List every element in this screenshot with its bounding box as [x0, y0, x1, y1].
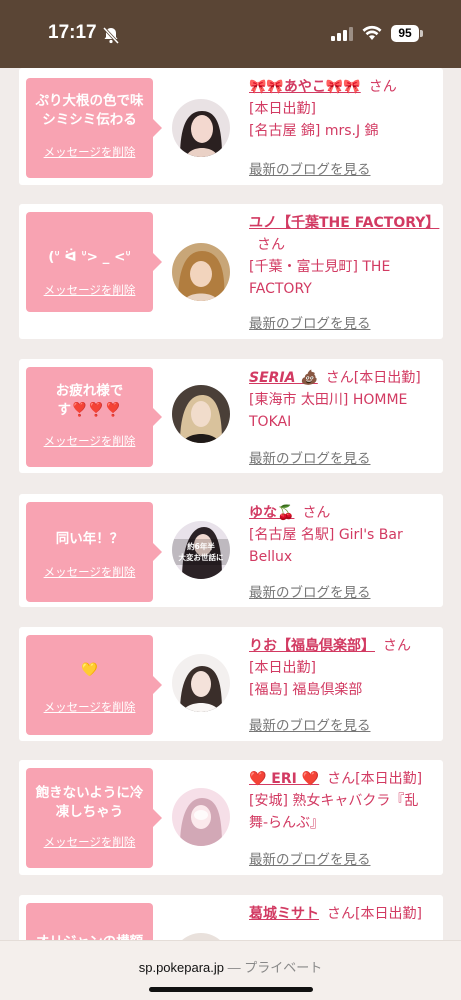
message-bubble: ぷり大根の色で味 シミシミ伝わる メッセージを削除	[26, 78, 162, 178]
latest-blog-link[interactable]: 最新のブログを見る	[249, 158, 371, 178]
honorific: さん	[302, 505, 331, 521]
message-card: 💛 メッセージを削除 りお【福島倶楽部】 さん [本日出勤] [福島] 福島倶楽部…	[19, 627, 443, 741]
message-text: (ᐡ ᐛ ᐡ> _ <ᐡ	[48, 249, 131, 265]
cast-info: ユノ【千葉THE FACTORY】さん [千葉・富士見町] THE FACTOR…	[249, 212, 439, 300]
message-text: ぷり大根の色で味 シミシミ伝わる	[35, 93, 144, 128]
message-card: 同い年！？ メッセージを削除 約6年半 大変お世話に ゆな🍒 さん [名古屋 名駅…	[19, 494, 443, 607]
clock: 17:17	[48, 22, 97, 43]
cast-name-link[interactable]: りお【福島倶楽部】	[249, 638, 375, 654]
cast-info: SERIA 💩 さん[本日出勤] [東海市 太田川] HOMME TOKAI	[249, 367, 437, 433]
cast-info: 🎀🎀あやこ🎀🎀 さん [本日出勤] [名古屋 錦] mrs.J 錦	[249, 76, 437, 142]
message-card: (ᐡ ᐛ ᐡ> _ <ᐡ メッセージを削除 ユノ【千葉THE FACTORY】さ…	[19, 204, 443, 339]
avatar[interactable]	[172, 788, 230, 846]
battery-cap	[420, 30, 423, 37]
delete-message-link[interactable]: メッセージを削除	[26, 564, 153, 580]
wifi-icon	[362, 25, 382, 40]
avatar-caption: 約6年半	[187, 541, 215, 551]
cast-detail: [名古屋 名駅] Girl's Bar Bellux	[249, 527, 403, 565]
cast-name-link[interactable]: ❤️ ERI ❤️	[249, 771, 319, 787]
avatar-caption: 大変お世話に	[179, 552, 224, 562]
message-text: お疲れ様で す❣️❣️❣️	[55, 383, 124, 418]
delete-message-link[interactable]: メッセージを削除	[26, 834, 153, 850]
cast-detail: [東海市 太田川] HOMME TOKAI	[249, 392, 408, 430]
message-card: 飽きないように冷 凍しちゃう メッセージを削除 ❤️ ERI ❤️ さん[本日出勤…	[19, 760, 443, 875]
message-bubble: (ᐡ ᐛ ᐡ> _ <ᐡ メッセージを削除	[26, 212, 162, 312]
message-bubble: 飽きないように冷 凍しちゃう メッセージを削除	[26, 768, 162, 868]
url-domain: sp.pokepara.jp	[138, 960, 225, 975]
honorific: さん	[383, 638, 411, 654]
cast-detail: [福島] 福島倶楽部	[249, 682, 363, 698]
cast-detail: [名古屋 錦] mrs.J 錦	[249, 123, 379, 139]
message-text: 同い年！？	[55, 531, 124, 547]
delete-message-link[interactable]: メッセージを削除	[26, 433, 153, 449]
message-text: 飽きないように冷 凍しちゃう	[35, 785, 144, 820]
cast-info: りお【福島倶楽部】 さん [本日出勤] [福島] 福島倶楽部	[249, 635, 437, 701]
bell-slash-icon	[102, 26, 120, 44]
avatar[interactable]: 約6年半 大変お世話に	[172, 521, 230, 579]
cast-detail: [千葉・富士見町] THE FACTORY	[249, 259, 391, 297]
cast-info: ゆな🍒 さん [名古屋 名駅] Girl's Bar Bellux	[249, 502, 437, 568]
honorific: さん[本日出勤]	[325, 370, 421, 386]
private-mode-label: — プライベート	[227, 960, 323, 975]
cast-name-link[interactable]: SERIA 💩	[249, 370, 318, 386]
honorific: さん[本日出勤]	[327, 906, 422, 922]
message-bubble: 💛 メッセージを削除	[26, 635, 162, 735]
message-card: お疲れ様で す❣️❣️❣️ メッセージを削除 SERIA 💩 さん[本日出勤] […	[19, 359, 443, 473]
honorific: さん	[257, 237, 285, 253]
delete-message-link[interactable]: メッセージを削除	[26, 699, 153, 715]
home-indicator[interactable]	[149, 987, 313, 992]
cast-name-link[interactable]: ユノ【千葉THE FACTORY】	[249, 215, 439, 231]
message-bubble: 同い年！？ メッセージを削除	[26, 502, 162, 602]
avatar[interactable]	[172, 243, 230, 301]
message-bubble: お疲れ様で す❣️❣️❣️ メッセージを削除	[26, 367, 162, 467]
cast-detail: [安城] 熟女キャバクラ『乱舞-らんぶ』	[249, 793, 419, 831]
delete-message-link[interactable]: メッセージを削除	[26, 144, 153, 160]
cast-name-link[interactable]: 葛城ミサト	[249, 906, 319, 922]
cast-name-link[interactable]: 🎀🎀あやこ🎀🎀	[249, 79, 361, 95]
url-display[interactable]: sp.pokepara.jp — プライベート	[0, 957, 461, 976]
cast-name-link[interactable]: ゆな🍒	[249, 505, 294, 521]
status-bar: 17:17 95	[0, 0, 461, 68]
latest-blog-link[interactable]: 最新のブログを見る	[249, 312, 371, 332]
battery-level: 95	[391, 25, 419, 42]
delete-message-link[interactable]: メッセージを削除	[26, 282, 153, 298]
cast-info: ❤️ ERI ❤️ さん[本日出勤] [安城] 熟女キャバクラ『乱舞-らんぶ』	[249, 768, 437, 834]
avatar[interactable]	[172, 654, 230, 712]
cast-detail: [本日出勤]	[249, 660, 316, 676]
latest-blog-link[interactable]: 最新のブログを見る	[249, 581, 371, 601]
latest-blog-link[interactable]: 最新のブログを見る	[249, 447, 371, 467]
honorific: さん[本日出勤]	[327, 771, 423, 787]
avatar[interactable]	[172, 99, 230, 157]
latest-blog-link[interactable]: 最新のブログを見る	[249, 848, 371, 868]
cast-info: 葛城ミサト さん[本日出勤]	[249, 903, 437, 925]
honorific: さん	[368, 79, 397, 95]
browser-url-bar[interactable]: sp.pokepara.jp — プライベート	[0, 940, 461, 1000]
cast-detail: [本日出勤]	[249, 101, 316, 117]
avatar[interactable]	[172, 385, 230, 443]
latest-blog-link[interactable]: 最新のブログを見る	[249, 714, 371, 734]
message-card: ぷり大根の色で味 シミシミ伝わる メッセージを削除 🎀🎀あやこ🎀🎀 さん [本日出…	[19, 68, 443, 185]
message-text: 💛	[81, 662, 98, 678]
cellular-signal-icon	[331, 27, 353, 41]
